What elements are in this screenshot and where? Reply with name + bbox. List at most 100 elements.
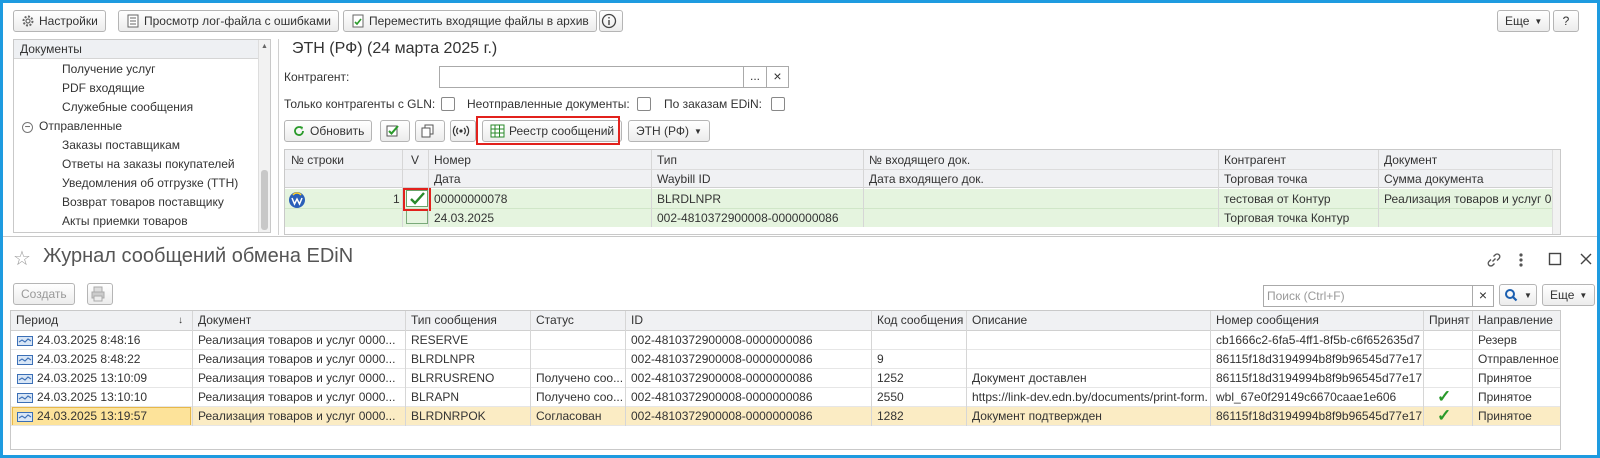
view-log-label: Просмотр лог-файла с ошибками <box>144 14 331 28</box>
tree-item-supplier-orders[interactable]: Заказы поставщикам <box>62 138 180 152</box>
mark-checked-button[interactable] <box>380 120 410 142</box>
settings-button[interactable]: Настройки <box>13 10 106 32</box>
tree-item-returns[interactable]: Возврат товаров поставщику <box>62 195 224 209</box>
panel-divider[interactable] <box>278 39 279 235</box>
col-message-type[interactable]: Тип сообщения <box>411 311 497 330</box>
tree-scroll-thumb[interactable] <box>261 170 268 230</box>
check-list-icon <box>386 125 399 137</box>
tree-item-order-responses[interactable]: Ответы на заказы покупателей <box>62 157 235 171</box>
table-row[interactable]: 24.03.2025 8:48:22 Реализация товаров и у… <box>11 350 1560 369</box>
contractor-select-button[interactable]: ... <box>743 66 767 88</box>
more-button-journal[interactable]: Еще ▼ <box>1542 284 1596 306</box>
broadcast-button[interactable] <box>450 120 476 142</box>
row-waybill-id: 002-4810372900008-0000000086 <box>657 211 839 225</box>
table-row[interactable]: 24.03.2025 13:19:57 Реализация товаров и … <box>11 407 1560 426</box>
row-document: Реализация товаров и услуг 0000... <box>198 352 396 366</box>
col-contractor[interactable]: Контрагент <box>1224 153 1286 167</box>
maximize-icon[interactable] <box>1548 252 1562 266</box>
row-description: https://link-dev.edn.by/documents/print-… <box>972 390 1208 404</box>
edin-filter-label: По заказам EDiN: <box>664 97 762 111</box>
row-code: 1252 <box>877 371 904 385</box>
refresh-label: Обновить <box>310 124 365 138</box>
document-title: ЭТН (РФ) (24 марта 2025 г.) <box>292 40 498 57</box>
unsent-filter-label: Неотправленные документы: <box>467 97 630 111</box>
archive-files-button[interactable]: Переместить входящие файлы в архив <box>343 10 597 32</box>
contractor-clear-button[interactable]: × <box>766 66 789 88</box>
row-document: Реализация товаров и услуг 0000... <box>198 333 396 347</box>
row-checkbox-secondary[interactable] <box>406 209 428 224</box>
documents-scrollbar[interactable] <box>1552 150 1560 234</box>
search-input[interactable]: Поиск (Ctrl+F) <box>1263 285 1473 307</box>
sort-desc-icon[interactable]: ↓ <box>178 311 183 330</box>
tree-item-pdf-incoming[interactable]: PDF входящие <box>62 81 145 95</box>
table-row[interactable]: 24.03.2025 8:48:16 Реализация товаров и у… <box>11 331 1560 350</box>
col-document-sum[interactable]: Сумма документа <box>1384 172 1484 186</box>
row-direction: Резерв <box>1478 333 1517 347</box>
col-message-number[interactable]: Номер сообщения <box>1216 311 1319 330</box>
row-id: 002-4810372900008-0000000086 <box>631 333 813 347</box>
col-waybill-id[interactable]: Waybill ID <box>657 172 711 186</box>
col-line-number[interactable]: № строки <box>291 153 344 167</box>
kebab-menu-icon[interactable] <box>1516 251 1526 269</box>
favorite-star-icon[interactable]: ☆ <box>13 246 31 271</box>
col-incoming-date[interactable]: Дата входящего док. <box>869 172 984 186</box>
col-id[interactable]: ID <box>631 311 643 330</box>
table-row[interactable]: 24.03.2025 13:10:10 Реализация товаров и … <box>11 388 1560 407</box>
refresh-button[interactable]: Обновить <box>284 120 373 142</box>
col-type[interactable]: Тип <box>657 153 677 167</box>
col-trade-point[interactable]: Торговая точка <box>1224 172 1307 186</box>
contractor-input[interactable] <box>439 66 744 88</box>
col-status[interactable]: Статус <box>536 311 574 330</box>
create-button[interactable]: Создать <box>13 283 75 305</box>
col-message-code[interactable]: Код сообщения <box>877 311 963 330</box>
col-jdocument[interactable]: Документ <box>198 311 251 330</box>
close-icon[interactable] <box>1579 252 1593 266</box>
search-clear-button[interactable]: × <box>1472 285 1494 307</box>
collapse-icon[interactable]: − <box>22 122 33 133</box>
print-button[interactable] <box>87 283 113 305</box>
row-message-number: 86115f18d3194994b8f9b96545d77e17 <box>1216 371 1422 385</box>
etn-menu-button[interactable]: ЭТН (РФ) ▼ <box>628 120 710 142</box>
document-tree: Документы Получение услуг PDF входящие С… <box>13 39 271 233</box>
col-description[interactable]: Описание <box>972 311 1027 330</box>
edin-status-icon <box>289 192 305 208</box>
help-label: ? <box>1562 14 1570 28</box>
search-button[interactable]: ▼ <box>1499 284 1537 306</box>
tree-item-sent[interactable]: − Отправленные <box>22 119 122 133</box>
documents-table: № строки V Номер Тип № входящего док. Ко… <box>284 149 1561 235</box>
table-row[interactable]: 24.03.2025 13:10:09 Реализация товаров и … <box>11 369 1560 388</box>
row-status: Согласован <box>536 409 602 423</box>
tree-item-acceptance-acts[interactable]: Акты приемки товаров <box>62 214 188 228</box>
row-message-number: cb1666c2-6fa5-4ff1-8f5b-c6f652635d7 <box>1216 333 1420 347</box>
tree-item-shipment-notices[interactable]: Уведомления об отгрузке (ТТН) <box>62 176 238 190</box>
col-date[interactable]: Дата <box>434 172 461 186</box>
unsent-filter-checkbox[interactable] <box>637 97 651 111</box>
col-accepted[interactable]: Принят <box>1429 311 1470 330</box>
col-direction[interactable]: Направление <box>1478 311 1553 330</box>
copy-button[interactable] <box>415 120 445 142</box>
copy-icon <box>421 124 434 138</box>
tree-scrollbar[interactable]: ▲ <box>258 40 270 232</box>
app-window: Настройки Просмотр лог-файла с ошибками … <box>0 0 1600 458</box>
tree-item-services[interactable]: Получение услуг <box>62 62 156 76</box>
row-period: 24.03.2025 8:48:22 <box>37 352 141 366</box>
col-period[interactable]: Период <box>16 311 58 330</box>
gln-filter-checkbox[interactable] <box>441 97 455 111</box>
col-v[interactable]: V <box>411 153 419 167</box>
row-message-type: RESERVE <box>411 333 469 347</box>
edin-filter-checkbox[interactable] <box>771 97 785 111</box>
message-record-icon <box>17 355 33 365</box>
col-number[interactable]: Номер <box>434 153 471 167</box>
view-log-button[interactable]: Просмотр лог-файла с ошибками <box>118 10 339 32</box>
col-document[interactable]: Документ <box>1384 153 1437 167</box>
scroll-up-icon[interactable]: ▲ <box>261 43 268 50</box>
help-button[interactable]: ? <box>1553 10 1579 32</box>
tree-item-service-messages[interactable]: Служебные сообщения <box>62 100 193 114</box>
link-icon[interactable] <box>1485 251 1503 269</box>
journal-title: Журнал сообщений обмена EDiN <box>43 245 354 267</box>
info-button[interactable] <box>599 10 623 32</box>
col-incoming-number[interactable]: № входящего док. <box>869 153 970 167</box>
tree-item-sent-label: Отправленные <box>39 119 123 133</box>
more-button-top[interactable]: Еще ▼ <box>1497 10 1551 32</box>
row-period: 24.03.2025 13:10:10 <box>37 390 148 404</box>
